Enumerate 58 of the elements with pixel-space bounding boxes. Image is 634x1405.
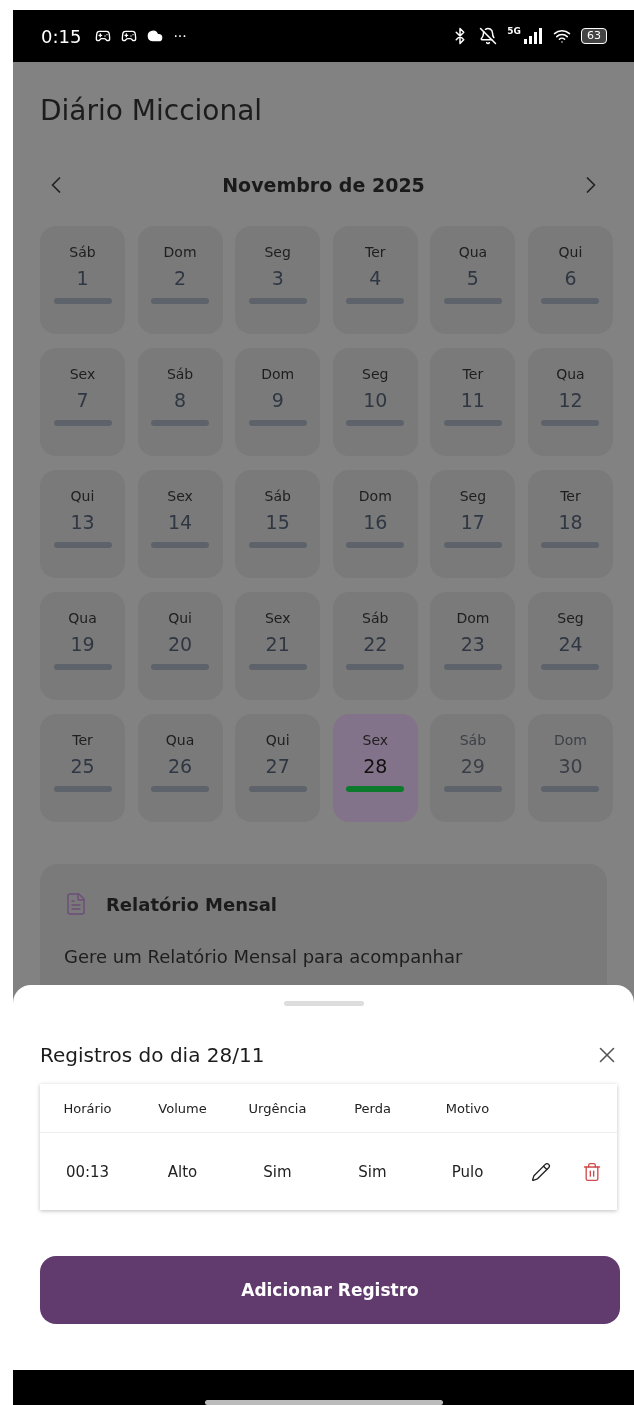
day-cell[interactable]: Qui 13 xyxy=(40,470,125,578)
day-cell[interactable]: Sex 7 xyxy=(40,348,125,456)
day-cell[interactable]: Qui 20 xyxy=(137,592,223,700)
sheet-title: Registros do dia 28/11 xyxy=(40,1043,265,1067)
day-cell[interactable]: Ter 11 xyxy=(430,348,516,456)
day-cell[interactable]: Seg 24 xyxy=(527,592,613,700)
day-cell[interactable]: Ter 18 xyxy=(527,470,613,578)
column-header: Horário xyxy=(62,1100,113,1116)
add-record-button[interactable]: Adicionar Registro xyxy=(40,1256,620,1324)
table-cell-text: Pulo xyxy=(450,1162,485,1181)
signal-icon xyxy=(523,28,543,44)
table-cell-text: Sim xyxy=(357,1162,388,1181)
battery-level: 63 xyxy=(581,28,607,44)
day-cell[interactable]: Ter 4 xyxy=(332,226,418,334)
day-cell[interactable]: Qui 6 xyxy=(527,226,613,334)
page-title: Diário Miccional xyxy=(40,94,264,127)
card-title: Relatório Mensal xyxy=(106,893,277,915)
day-cell[interactable]: Seg 17 xyxy=(430,470,516,578)
column-header: Urgência xyxy=(247,1100,308,1116)
day-cell[interactable]: Qua 5 xyxy=(430,226,516,334)
app-notification-icon xyxy=(95,28,112,44)
column-header: Perda xyxy=(353,1100,392,1116)
day-cell[interactable]: Dom 2 xyxy=(137,226,223,334)
day-cell[interactable]: Sáb 1 xyxy=(40,226,125,334)
day-cell[interactable]: Dom 23 xyxy=(430,592,516,700)
more-notifications: ··· xyxy=(173,28,187,44)
card-text: Gere um Relatório Mensal para acompanhar xyxy=(64,946,464,967)
day-cell[interactable]: Seg 10 xyxy=(332,348,418,456)
cloud-icon xyxy=(147,28,164,44)
day-cell[interactable]: Dom 16 xyxy=(332,470,418,578)
network-type: 5G xyxy=(507,26,521,36)
table-cell-text: 00:13 xyxy=(64,1162,111,1181)
table-cell-text: Alto xyxy=(166,1162,199,1181)
day-cell[interactable]: Sáb 22 xyxy=(332,592,418,700)
day-cell[interactable]: Ter 25 xyxy=(40,714,125,822)
column-header: Volume xyxy=(157,1100,208,1116)
day-cell[interactable]: Qua 12 xyxy=(527,348,613,456)
day-cell[interactable]: Sáb 8 xyxy=(137,348,223,456)
pencil-icon[interactable] xyxy=(530,1161,551,1182)
day-cell[interactable]: Qui 27 xyxy=(235,714,321,822)
wifi-icon xyxy=(553,27,571,45)
bell-off-icon xyxy=(479,27,498,45)
table-cell-text: Sim xyxy=(262,1162,293,1181)
day-cell[interactable]: Sáb 15 xyxy=(235,470,321,578)
day-cell[interactable]: Sex 14 xyxy=(137,470,223,578)
day-cell[interactable]: Qua 26 xyxy=(137,714,223,822)
day-cell[interactable]: Seg 3 xyxy=(235,226,321,334)
document-icon xyxy=(64,892,88,916)
month-title: Novembro de 2025 xyxy=(222,174,425,196)
sheet-handle[interactable] xyxy=(283,1001,364,1006)
day-cell[interactable]: Sex 21 xyxy=(235,592,321,700)
day-cell[interactable]: Sex 28 xyxy=(332,714,418,822)
column-header: Motivo xyxy=(444,1100,491,1116)
day-cell[interactable]: Dom 9 xyxy=(235,348,321,456)
status-time: 0:15 xyxy=(41,25,82,47)
trash-icon[interactable] xyxy=(581,1161,602,1182)
app-notification-icon xyxy=(121,28,138,44)
day-cell[interactable]: Qua 19 xyxy=(40,592,125,700)
